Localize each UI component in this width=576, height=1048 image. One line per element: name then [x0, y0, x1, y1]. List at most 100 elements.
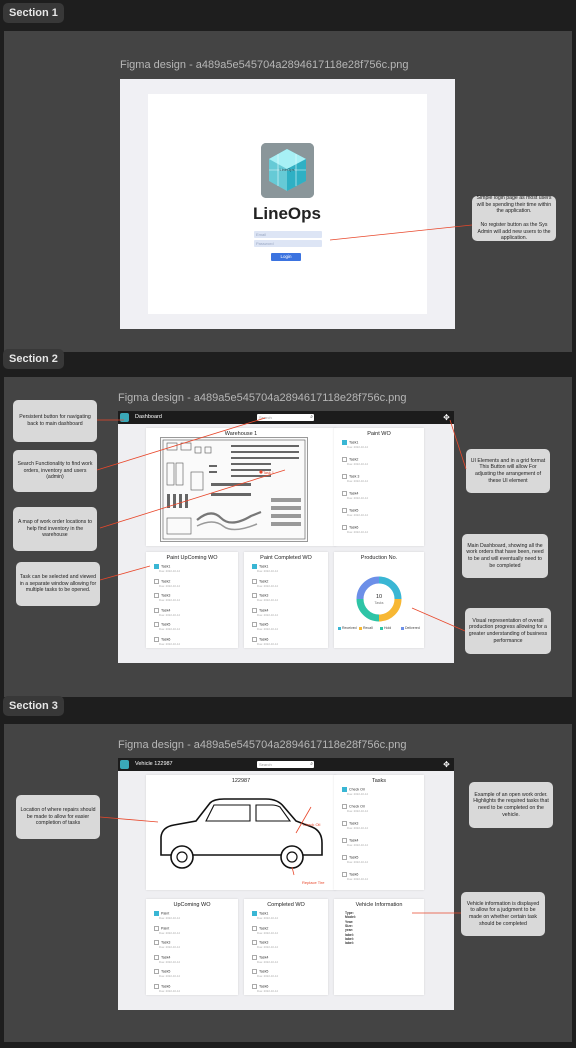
task-checkbox[interactable] — [154, 607, 159, 613]
task-item[interactable]: Task4 Due: 2022-10-14 — [252, 607, 278, 617]
task-due-date: Due: 2022-10-14 — [347, 843, 368, 847]
task-name: Task3 — [161, 593, 171, 598]
task-name: Task5 — [161, 622, 171, 627]
email-field[interactable]: Email — [254, 231, 322, 238]
home-logo-icon[interactable] — [120, 413, 129, 422]
task-item[interactable]: Task6 Due: 2022-10-14 — [154, 983, 180, 993]
task-checkbox[interactable] — [154, 983, 159, 989]
search-placeholder: Search — [259, 762, 272, 767]
map-task-label: Task 1 — [263, 471, 274, 475]
task-item[interactable]: Task2 Due: 2022-10-14 — [252, 925, 278, 935]
task-item[interactable]: Task5 Due: 2022-10-14 — [154, 969, 180, 978]
task-checkbox[interactable] — [252, 578, 257, 584]
legend-swatch — [359, 626, 362, 630]
task-item[interactable]: Task2 Due: 2022-10-14 — [154, 578, 180, 588]
task-name: Task1 — [259, 911, 269, 916]
task-checkbox[interactable] — [154, 578, 159, 584]
task-due-date: Due: 2022-10-14 — [257, 627, 278, 631]
check-oil-label: Check Oil — [303, 822, 320, 827]
section-1-tab[interactable]: Section 1 — [3, 3, 64, 23]
task-item[interactable]: Task5 Due: 2022-10-14 — [154, 622, 180, 631]
note-vehicle-info: Vehicle information is displayed to allo… — [461, 892, 545, 936]
warehouse-floorplan: Task 1 — [162, 439, 306, 540]
task-item[interactable]: Task5 Due: 2022-10-14 — [342, 508, 368, 517]
task-item[interactable]: Task1 Due: 2022-10-14 — [342, 440, 368, 449]
task-checkbox[interactable] — [252, 607, 257, 613]
task-name: Task5 — [161, 969, 171, 974]
task-name: Task1 — [259, 564, 269, 569]
task-item[interactable]: Task6 Due: 2022-10-14 — [342, 872, 368, 881]
page-title: Vehicle 122987 — [135, 761, 173, 767]
task-item[interactable]: Task3 Due: 2022-10-14 — [252, 593, 278, 602]
task-item[interactable]: Task6 Due: 2022-10-14 — [252, 636, 278, 646]
vehicle-completed-title: Completed WO — [267, 902, 305, 908]
task-item[interactable]: Task2 Due: 2022-10-14 — [342, 457, 368, 466]
task-due-date: Due: 2022-10-14 — [159, 916, 180, 920]
task-item[interactable]: Task6 Due: 2022-10-14 — [252, 983, 278, 993]
task-name: Task3 — [349, 821, 359, 826]
search-input[interactable]: Search ⌕ — [257, 761, 314, 768]
task-checkbox[interactable] — [154, 954, 159, 960]
task-name: Task3 — [259, 593, 269, 598]
legend-item-delivered: Delivered — [401, 626, 420, 630]
task-due-date: Due: 2022-10-14 — [347, 445, 368, 449]
task-item[interactable]: Task4 Due: 2022-10-14 — [342, 838, 368, 847]
completed-wo-title: Paint Completed WO — [260, 555, 312, 561]
task-item[interactable]: Task 3 Due: 2022-10-14 — [342, 474, 368, 483]
task-due-date: Due: 2022-10-14 — [257, 569, 278, 573]
section-3-figma-title: Figma design - a489a5e545704a2894617118e… — [118, 739, 407, 751]
note-location: Location of where repairs should be made… — [16, 795, 100, 839]
home-logo-icon[interactable] — [120, 760, 129, 769]
password-field[interactable]: Password — [254, 240, 322, 247]
task-item[interactable]: Task5 Due: 2022-10-14 — [252, 622, 278, 631]
upcoming-wo-card: Paint UpComing WO Task1 Due: 2022-10-14 Ta… — [146, 552, 238, 648]
task-checkbox[interactable] — [252, 636, 257, 642]
page-title: Dashboard — [135, 414, 162, 420]
tasks-card: Tasks Check Oil Due: 2022-10-14 Check Oil D… — [334, 775, 424, 890]
legend-item-received: Received — [338, 626, 357, 630]
task-item[interactable]: Task3 Due: 2022-10-14 — [154, 940, 180, 949]
task-checkbox[interactable] — [252, 954, 257, 960]
task-item[interactable]: Task3 Due: 2022-10-14 — [154, 593, 180, 602]
search-placeholder: Search — [259, 415, 272, 420]
task-checkbox[interactable] — [252, 925, 257, 931]
task-due-date: Due: 2022-10-14 — [159, 627, 180, 631]
task-due-date: Due: 2022-10-14 — [257, 959, 278, 964]
task-due-date: Due: 2022-10-14 — [347, 860, 368, 864]
task-item[interactable]: Task6 Due: 2022-10-14 — [342, 525, 368, 534]
car-outline-icon[interactable]: Check Oil Replace Tire — [146, 787, 336, 887]
task-checkbox[interactable] — [154, 925, 159, 931]
upcoming-wo-title: Paint UpComing WO — [166, 555, 218, 561]
task-item[interactable]: Task1 Due: 2022-10-14 — [252, 564, 278, 573]
task-item[interactable]: Task3 Due: 2022-10-14 — [342, 821, 368, 830]
task-item[interactable]: Paint Due: 2022-10-14 — [154, 925, 180, 935]
task-item[interactable]: Check Oil Due: 2022-10-14 — [342, 804, 368, 813]
task-due-date: Due: 2022-10-14 — [257, 641, 278, 646]
warehouse-map[interactable]: Task 1 — [160, 437, 308, 542]
task-item[interactable]: Task5 Due: 2022-10-14 — [252, 969, 278, 978]
task-item[interactable]: Task4 Due: 2022-10-14 — [154, 954, 180, 964]
task-item[interactable]: Task1 Due: 2022-10-14 — [252, 911, 278, 920]
task-item[interactable]: Task4 Due: 2022-10-14 — [252, 954, 278, 964]
task-item[interactable]: Check Oil Due: 2022-10-14 — [342, 787, 368, 796]
section-2-tab[interactable]: Section 2 — [3, 349, 64, 369]
login-button[interactable]: Login — [271, 253, 301, 261]
task-due-date: Due: 2022-10-14 — [347, 792, 368, 796]
search-input[interactable]: Search ⌕ — [257, 414, 314, 421]
task-name: Task5 — [259, 622, 269, 627]
task-item[interactable]: Task3 Due: 2022-10-14 — [252, 940, 278, 949]
grid-move-icon[interactable]: ✥ — [442, 413, 451, 422]
task-item[interactable]: Task5 Due: 2022-10-14 — [342, 855, 368, 864]
task-item[interactable]: Task2 Due: 2022-10-14 — [252, 578, 278, 588]
task-checkbox[interactable] — [154, 636, 159, 642]
search-icon: ⌕ — [310, 414, 313, 420]
task-item[interactable]: Paint Due: 2022-10-14 — [154, 911, 180, 920]
task-checkbox[interactable] — [252, 983, 257, 989]
task-item[interactable]: Task6 Due: 2022-10-14 — [154, 636, 180, 646]
task-item[interactable]: Task4 Due: 2022-10-14 — [342, 491, 368, 500]
grid-move-icon[interactable]: ✥ — [442, 760, 451, 769]
task-name: Task6 — [259, 983, 269, 988]
task-item[interactable]: Task4 Due: 2022-10-14 — [154, 607, 180, 617]
task-item[interactable]: Task1 Due: 2022-10-14 — [154, 564, 180, 573]
section-3-tab[interactable]: Section 3 — [3, 696, 64, 716]
